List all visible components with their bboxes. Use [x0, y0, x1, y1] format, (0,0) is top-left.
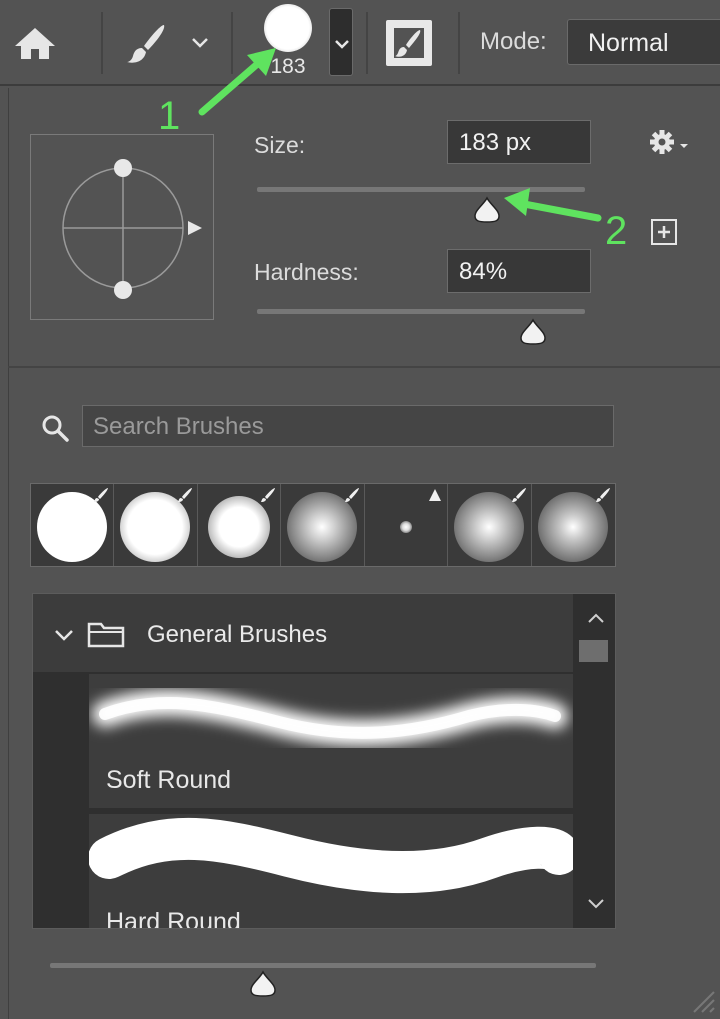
recent-brushes-strip [30, 483, 616, 567]
recent-brush-very-soft-round-3[interactable] [531, 484, 615, 566]
recent-brush-soft-round-medium[interactable] [197, 484, 282, 566]
brush-badge-icon [511, 487, 527, 508]
soft-round-stroke-preview [92, 690, 568, 746]
preview-size-slider-thumb[interactable] [248, 970, 278, 1003]
scroll-up-icon[interactable] [588, 613, 604, 623]
annotation-arrow-2 [504, 188, 602, 222]
brush-item-label: Soft Round [106, 766, 232, 794]
preview-size-slider-track[interactable] [50, 963, 596, 968]
scrollbar-thumb[interactable] [579, 640, 608, 662]
hardness-label: Hardness: [254, 259, 359, 285]
brush-preset-list: General Brushes Soft Round Hard Round [32, 593, 616, 929]
recent-brush-soft-round[interactable] [114, 484, 198, 566]
warning-triangle-icon [427, 487, 443, 508]
brush-group-header[interactable]: General Brushes [33, 594, 573, 672]
recent-brush-hard-round[interactable] [31, 484, 115, 566]
brush-item-label: Hard Round [106, 908, 241, 929]
brush-badge-icon [177, 487, 193, 508]
annotation-arrow-1 [198, 48, 276, 116]
brush-badge-icon [595, 487, 611, 508]
brush-badge-icon [93, 487, 109, 508]
recent-brush-tiny-dot[interactable] [364, 484, 449, 566]
hardness-slider-thumb[interactable] [518, 318, 548, 351]
panel-divider [8, 366, 720, 368]
roundness-handle-bottom[interactable] [114, 281, 132, 299]
search-icon [40, 413, 70, 448]
brush-badge-icon [260, 487, 276, 508]
brush-badge-icon [344, 487, 360, 508]
hard-round-stroke-preview [89, 817, 573, 894]
search-brushes-input[interactable]: Search Brushes [82, 405, 614, 447]
hardness-slider-track[interactable] [257, 309, 585, 314]
folder-icon [87, 620, 125, 653]
chevron-down-icon[interactable] [53, 628, 75, 647]
brush-item-hard-round[interactable]: Hard Round [89, 814, 573, 929]
annotation-number-1: 1 [158, 94, 181, 138]
brush-item-soft-round[interactable]: Soft Round [89, 674, 573, 808]
recent-brush-very-soft-round-2[interactable] [448, 484, 532, 566]
annotation-number-2: 2 [605, 209, 628, 253]
brush-group-label: General Brushes [147, 621, 328, 648]
recent-brush-very-soft-round[interactable] [281, 484, 365, 566]
scroll-down-icon[interactable] [588, 899, 604, 909]
resize-grip-icon[interactable] [690, 988, 716, 1019]
